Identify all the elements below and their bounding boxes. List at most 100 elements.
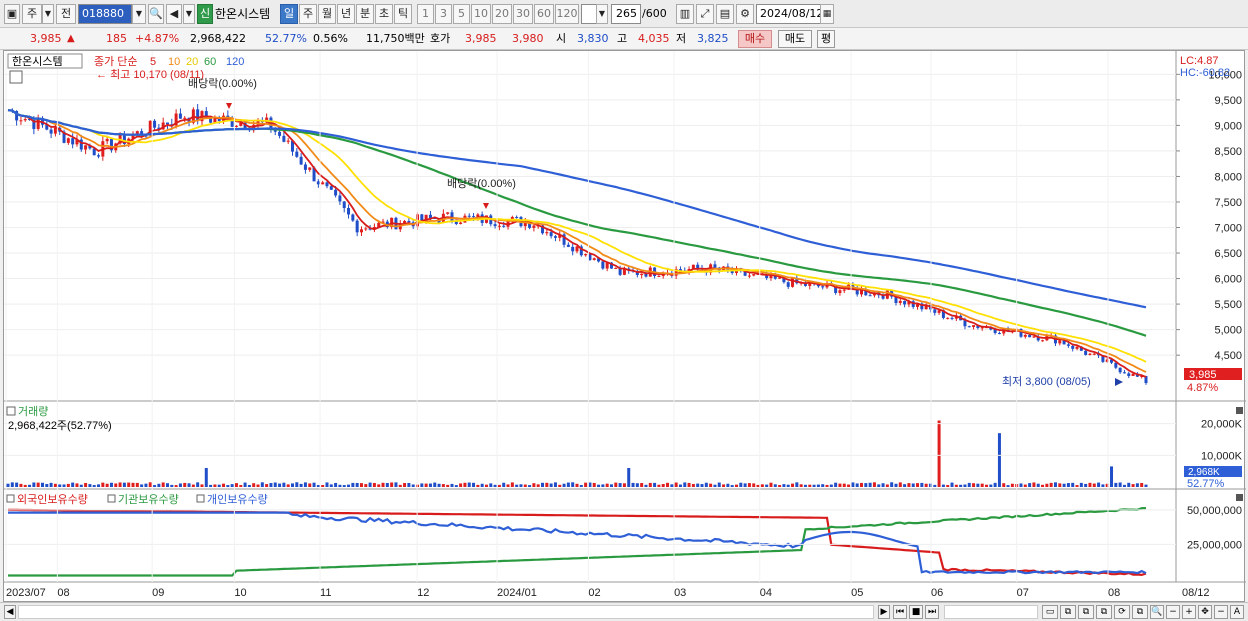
candle-body xyxy=(532,225,536,228)
buy-button[interactable]: 매수 xyxy=(738,30,772,48)
interval-10[interactable]: 10 xyxy=(471,4,491,24)
prev-button[interactable]: 전 xyxy=(56,4,76,24)
cascade-icon[interactable]: ⧉ xyxy=(1096,605,1112,619)
save-icon[interactable]: ▤ xyxy=(716,4,734,24)
interval-60[interactable]: 60 xyxy=(534,4,554,24)
candle-body xyxy=(282,135,286,142)
volume-bar xyxy=(196,482,200,487)
text-tool-icon[interactable]: A xyxy=(1230,605,1244,619)
volume-bar xyxy=(523,484,527,487)
volume-bar xyxy=(696,483,700,487)
candle-body xyxy=(49,129,53,134)
interval-dropdown-icon[interactable]: ▼ xyxy=(596,4,608,24)
volume-bar xyxy=(204,468,208,487)
zoom-slider[interactable] xyxy=(944,605,1038,619)
volume-bar xyxy=(635,483,639,487)
code-dropdown-icon[interactable]: ▼ xyxy=(132,4,146,24)
chart-type-icon[interactable]: ▥ xyxy=(676,4,694,24)
volume-bar xyxy=(467,482,471,487)
window-layout-icon[interactable]: ▭ xyxy=(1042,605,1058,619)
scroll-left-icon[interactable]: ◀ xyxy=(4,605,16,619)
volume-bar xyxy=(553,482,557,487)
volume-bar xyxy=(653,482,657,487)
evaluation-button[interactable]: 평 xyxy=(817,30,835,48)
interval-30[interactable]: 30 xyxy=(513,4,533,24)
rewind-icon[interactable]: ⏮ xyxy=(893,605,907,619)
period-week[interactable]: 주 xyxy=(299,4,317,24)
holding-panel-menu-icon[interactable] xyxy=(6,494,15,503)
volume-bar xyxy=(864,483,868,487)
period-tick[interactable]: 틱 xyxy=(394,4,412,24)
volume-bar xyxy=(140,484,144,487)
volume-bar xyxy=(1049,482,1053,487)
volume-bar xyxy=(773,484,777,487)
volume-bar xyxy=(446,484,450,487)
fast-forward-icon[interactable]: ⏭ xyxy=(925,605,939,619)
interval-5[interactable]: 5 xyxy=(453,4,470,24)
candle-body xyxy=(545,232,549,234)
window-menu-icon[interactable]: ▣ xyxy=(4,4,20,24)
calendar-icon[interactable]: ▦ xyxy=(820,4,834,24)
interval-20[interactable]: 20 xyxy=(492,4,512,24)
volume-bar xyxy=(924,483,928,487)
interval-1[interactable]: 1 xyxy=(417,4,434,24)
scale-icon[interactable]: ⤢ xyxy=(696,4,714,24)
zoom-out-icon[interactable]: − xyxy=(1166,605,1180,619)
volume-last-pct: 52.77% xyxy=(1187,478,1225,490)
volume-bar xyxy=(364,484,368,487)
period-month[interactable]: 월 xyxy=(318,4,336,24)
volume-bar xyxy=(644,484,648,487)
volume-bar xyxy=(592,482,596,487)
market-dropdown-icon[interactable]: ▼ xyxy=(42,4,54,24)
volume-panel-menu-icon[interactable] xyxy=(6,406,16,416)
interval-3[interactable]: 3 xyxy=(435,4,452,24)
volume-bar xyxy=(575,483,579,487)
volume-bar xyxy=(1010,483,1014,487)
interval-120[interactable]: 120 xyxy=(555,4,579,24)
x-tick-label: 05 xyxy=(851,587,863,599)
volume-panel-close-icon[interactable] xyxy=(1236,407,1243,414)
chart-area[interactable]: 20,000K 10,000K 50,000,000 25,000,000 10,0… xyxy=(3,50,1246,603)
stop-icon[interactable]: ■ xyxy=(909,605,923,619)
data-count-input[interactable]: 265 xyxy=(611,4,641,24)
volume-bar xyxy=(739,482,743,487)
legend-institution-icon[interactable] xyxy=(107,494,116,503)
holding-panel-close-icon[interactable] xyxy=(1236,494,1243,501)
period-minute[interactable]: 분 xyxy=(356,4,374,24)
volume-bar xyxy=(640,483,644,487)
refresh-icon[interactable]: ⟳ xyxy=(1114,605,1130,619)
copy-layout-icon[interactable]: ⧉ xyxy=(1060,605,1076,619)
period-day[interactable]: 일 xyxy=(280,4,298,24)
speaker-icon[interactable]: ◀ xyxy=(166,4,182,24)
legend-individual-icon[interactable] xyxy=(196,494,205,503)
horizontal-scrollbar[interactable] xyxy=(18,605,874,619)
volume-bar xyxy=(351,482,355,487)
volume-bar xyxy=(760,484,764,487)
panel-menu-icon[interactable] xyxy=(9,70,23,84)
period-year[interactable]: 년 xyxy=(337,4,355,24)
search-icon[interactable]: 🔍 xyxy=(148,4,164,24)
pan-icon[interactable]: ✥ xyxy=(1198,605,1212,619)
chart-canvas[interactable]: 20,000K 10,000K 50,000,000 25,000,000 10,0… xyxy=(4,51,1246,603)
split-icon[interactable]: ⧉ xyxy=(1132,605,1148,619)
minus-icon[interactable]: − xyxy=(1214,605,1228,619)
sell-button[interactable]: 매도 xyxy=(778,30,812,48)
tile-icon[interactable]: ⧉ xyxy=(1078,605,1094,619)
high-price: 4,035 xyxy=(638,32,670,45)
zoom-in-icon[interactable]: + xyxy=(1182,605,1196,619)
stock-code-input[interactable]: 018880 xyxy=(78,4,132,24)
magnifier-icon[interactable]: 🔍 xyxy=(1150,605,1164,619)
period-second[interactable]: 초 xyxy=(375,4,393,24)
volume-bar xyxy=(484,484,488,487)
candle-body xyxy=(459,222,463,225)
volume-bar xyxy=(825,484,829,487)
settings-gear-icon[interactable]: ⚙ xyxy=(736,4,754,24)
speaker-dropdown-icon[interactable]: ▼ xyxy=(183,4,195,24)
volume-bar xyxy=(161,482,165,487)
market-select[interactable]: 주 xyxy=(22,4,42,24)
volume-bar xyxy=(627,468,631,487)
volume-bar xyxy=(993,482,997,487)
volume-bar xyxy=(217,484,221,487)
volume-bar xyxy=(234,483,238,487)
scroll-right-icon[interactable]: ▶ xyxy=(878,605,890,619)
